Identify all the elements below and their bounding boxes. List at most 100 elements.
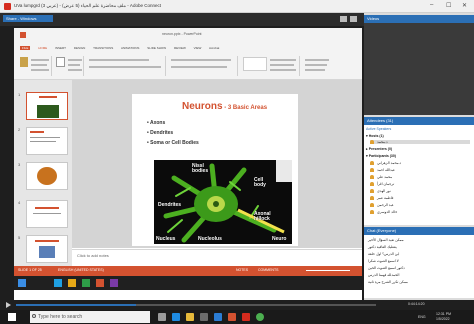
clock[interactable]: 12:31 PM (436, 312, 451, 316)
chat-message: لا اسمع الصوت شكرا (368, 259, 399, 263)
windows-start-icon[interactable] (8, 313, 16, 321)
thumb-text (30, 137, 60, 138)
tab-home[interactable]: HOME (38, 46, 47, 50)
tab-acrobat[interactable]: Acrobat (209, 46, 219, 50)
attendee-row[interactable]: د.محمد (370, 140, 470, 145)
neuron-image: Nissl bodies Cell body Dendrites Axonal … (154, 160, 292, 244)
attendee-row[interactable]: محمد علي (370, 175, 392, 180)
bullet-text: Dendrites (150, 130, 174, 136)
person-icon (370, 210, 374, 215)
videos-pod-title: Videos (364, 15, 474, 23)
thumb-number: 5 (18, 235, 21, 240)
thumb-number: 2 (18, 127, 21, 132)
presenters-group[interactable]: ▸ Presenters (0) (366, 147, 392, 151)
shapes-gallery[interactable] (243, 57, 267, 71)
person-icon (370, 161, 374, 166)
mail-icon[interactable] (214, 313, 222, 321)
minimize-button[interactable]: – (430, 2, 433, 8)
playback-progress[interactable] (16, 304, 376, 306)
comments-toggle[interactable]: COMMENTS (258, 268, 278, 272)
date[interactable]: 1/5/2022 (436, 317, 450, 321)
slide-counter: SLIDE 1 OF 25 (18, 268, 42, 272)
attendee-row[interactable]: نور الهدى (370, 189, 391, 194)
ribbon-group-font[interactable] (86, 56, 166, 76)
tab-review[interactable]: REVIEW (174, 46, 186, 50)
tab-transitions[interactable]: TRANSITIONS (93, 46, 113, 50)
bullet-item: • Soma or Cell Bodies (147, 140, 199, 146)
video-pod (364, 23, 474, 115)
chat-message: اين الدرس؟ اول حلقة (368, 252, 400, 256)
thumb-number: 3 (18, 162, 21, 167)
attendee-row[interactable]: عبد الرحمن (370, 203, 394, 208)
thumb-title (35, 207, 59, 209)
neuron-label: Neuro (272, 236, 287, 242)
attendee-name: خالد الدوسري (377, 210, 398, 214)
attendee-row[interactable]: خالد الدوسري (370, 210, 398, 215)
person-icon (370, 140, 374, 145)
paste-icon[interactable] (20, 57, 28, 67)
chrome-icon[interactable] (256, 313, 264, 321)
search-icon (32, 314, 36, 318)
fullscreen-icon[interactable] (350, 16, 357, 22)
person-icon (370, 189, 374, 194)
slide-thumb-4[interactable] (26, 200, 68, 228)
tab-design[interactable]: DESIGN (74, 46, 86, 50)
attendee-row[interactable]: عبدالله احمد (370, 168, 395, 173)
tab-file[interactable]: FILE (20, 46, 31, 50)
hosts-group[interactable]: ▾ Hosts (1) (366, 134, 384, 138)
tab-insert[interactable]: INSERT (55, 46, 66, 50)
ppt-status-bar: SLIDE 1 OF 25 ENGLISH (UNITED STATES) NO… (14, 266, 362, 276)
neuron-label: Dendrites (158, 202, 182, 208)
thumb-title (35, 240, 59, 242)
thumb-image (39, 246, 55, 258)
language-indicator[interactable]: ENG (418, 315, 426, 319)
new-slide-icon[interactable] (56, 57, 65, 67)
maximize-button[interactable]: ☐ (446, 2, 451, 9)
share-pod-title: Share - Windows (3, 15, 53, 22)
tab-animations[interactable]: ANIMATIONS (121, 46, 139, 50)
language-status: ENGLISH (UNITED STATES) (58, 268, 104, 272)
store-icon[interactable] (200, 313, 208, 321)
slide-thumb-5[interactable] (26, 235, 68, 263)
attendee-row[interactable]: د.محمد الزهراني (370, 161, 401, 166)
shared-app-icon (110, 279, 118, 287)
ribbon-group-editing[interactable] (302, 56, 358, 76)
notes-pane[interactable] (72, 249, 362, 265)
ppt-logo-icon (20, 32, 26, 38)
ribbon-group-paragraph[interactable] (168, 56, 238, 76)
attendee-row[interactable]: ترجمان اقرأ (370, 182, 394, 187)
active-speakers: Active Speakers (366, 127, 392, 131)
edge-icon[interactable] (172, 313, 180, 321)
ribbon-tabs: FILE HOME INSERT DESIGN TRANSITIONS ANIM… (20, 46, 219, 50)
attendee-row[interactable]: فاطمة عمر (370, 196, 394, 201)
neuron-label: Nucleolus (198, 236, 222, 242)
participants-group[interactable]: ▾ Participants (30) (366, 154, 396, 158)
tab-slide-show[interactable]: SLIDE SHOW (147, 46, 166, 50)
neuron-label: Nucleus (156, 236, 176, 242)
powerpoint-icon[interactable] (228, 313, 236, 321)
play-icon[interactable] (6, 302, 11, 308)
slide-thumb-2[interactable] (26, 127, 68, 155)
task-view-icon[interactable] (158, 313, 166, 321)
thumb-title (39, 96, 57, 98)
slide-thumb-3[interactable] (26, 162, 68, 190)
pod-menu-icon[interactable] (340, 16, 347, 22)
app-icon (4, 3, 11, 10)
chat-pod-title: Chat (Everyone) (364, 227, 474, 235)
file-explorer-icon[interactable] (186, 313, 194, 321)
attendee-name: فاطمة عمر (377, 196, 394, 200)
zoom-slider[interactable] (306, 270, 350, 271)
ribbon-group-slides[interactable] (54, 56, 84, 76)
adobe-connect-icon[interactable] (242, 313, 250, 321)
ribbon-group-clipboard[interactable] (18, 56, 52, 76)
attendee-name: د.محمد (377, 140, 388, 144)
ribbon-group-drawing[interactable] (240, 56, 300, 76)
notes-toggle[interactable]: NOTES (236, 268, 248, 272)
close-button[interactable]: ✕ (462, 2, 467, 9)
tab-view[interactable]: VIEW (194, 46, 202, 50)
person-icon (370, 196, 374, 201)
neuron-label: Cell body (254, 177, 266, 188)
slide-thumb-1[interactable] (26, 92, 68, 120)
bullet-item: • Axons (147, 120, 166, 126)
person-icon (370, 182, 374, 187)
